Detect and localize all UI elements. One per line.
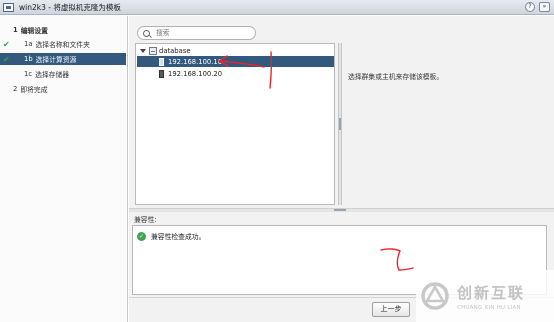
wizard-steps-panel: 1 编辑设置 ✔ 1a 选择名称和文件夹 ✔ 1b 选择计算资源 1c 选择存储…: [0, 16, 128, 322]
compatibility-status-text: 兼容性检查成功。: [151, 233, 206, 241]
tree-node-host-2[interactable]: 192.168.100.20: [137, 68, 334, 79]
step-label: 选择计算资源: [35, 56, 77, 64]
check-circle-icon: ✓: [137, 231, 146, 241]
step-select-compute-resource[interactable]: ✔ 1b 选择计算资源: [0, 53, 126, 65]
step-number: 1a: [24, 40, 33, 48]
back-button[interactable]: 上一步: [372, 302, 410, 317]
step-label: 选择名称和文件夹: [35, 41, 90, 49]
window-title-bar: win2k3 - 将虚拟机克隆为模板 ? »: [0, 0, 554, 15]
step-number: 2: [13, 85, 18, 93]
step-label: 选择存储器: [35, 71, 70, 79]
datacenter-icon: [149, 46, 157, 55]
step-label: 即将完成: [20, 86, 48, 94]
watermark: 创新互联 CHUANG XIN HU LIAN: [416, 270, 554, 322]
datacenter-label: database: [159, 46, 191, 55]
title-buttons: ? »: [525, 2, 550, 12]
search-box[interactable]: [137, 26, 256, 40]
step-ready-to-complete[interactable]: 2 即将完成: [0, 83, 126, 95]
step-select-name-folder[interactable]: ✔ 1a 选择名称和文件夹: [0, 38, 126, 50]
splitter-grip-icon[interactable]: [334, 209, 346, 211]
watermark-brand-en: CHUANG XIN HU LIAN: [457, 304, 521, 311]
search-input[interactable]: [155, 29, 255, 37]
step-number: 1b: [24, 55, 33, 63]
window-title: win2k3 - 将虚拟机克隆为模板: [19, 2, 121, 12]
search-icon: [143, 29, 150, 37]
step-edit-settings[interactable]: 1 编辑设置: [0, 24, 126, 36]
expand-arrow-icon[interactable]: [140, 48, 146, 53]
step-check-icon: ✔: [3, 39, 10, 49]
host-icon: [159, 69, 164, 78]
compute-resource-tree: database 192.168.100.10 192.168.100.20: [135, 43, 335, 205]
watermark-brand-cn: 创新互联: [457, 283, 526, 302]
expand-button[interactable]: »: [539, 2, 550, 12]
splitter-grip-icon[interactable]: [339, 118, 341, 130]
host-label: 192.168.100.10: [168, 57, 223, 66]
compatibility-label: 兼容性:: [134, 216, 157, 224]
tree-node-datacenter[interactable]: database: [140, 45, 260, 56]
vm-template-icon: [3, 2, 14, 12]
tree-node-host-1[interactable]: 192.168.100.10: [137, 56, 334, 67]
step-label: 编辑设置: [20, 27, 48, 35]
compatibility-status: ✓ 兼容性检查成功。: [137, 231, 205, 241]
brand-logo-icon: [421, 282, 449, 310]
step-number: 1c: [24, 70, 33, 78]
host-icon: [159, 57, 164, 66]
host-label: 192.168.100.20: [168, 69, 223, 78]
selection-hint: 选择群集或主机来存储该模板。: [348, 73, 444, 81]
step-select-storage[interactable]: 1c 选择存储器: [0, 68, 126, 80]
help-button[interactable]: ?: [525, 2, 535, 12]
step-check-icon: ✔: [3, 54, 10, 64]
step-number: 1: [13, 26, 18, 34]
